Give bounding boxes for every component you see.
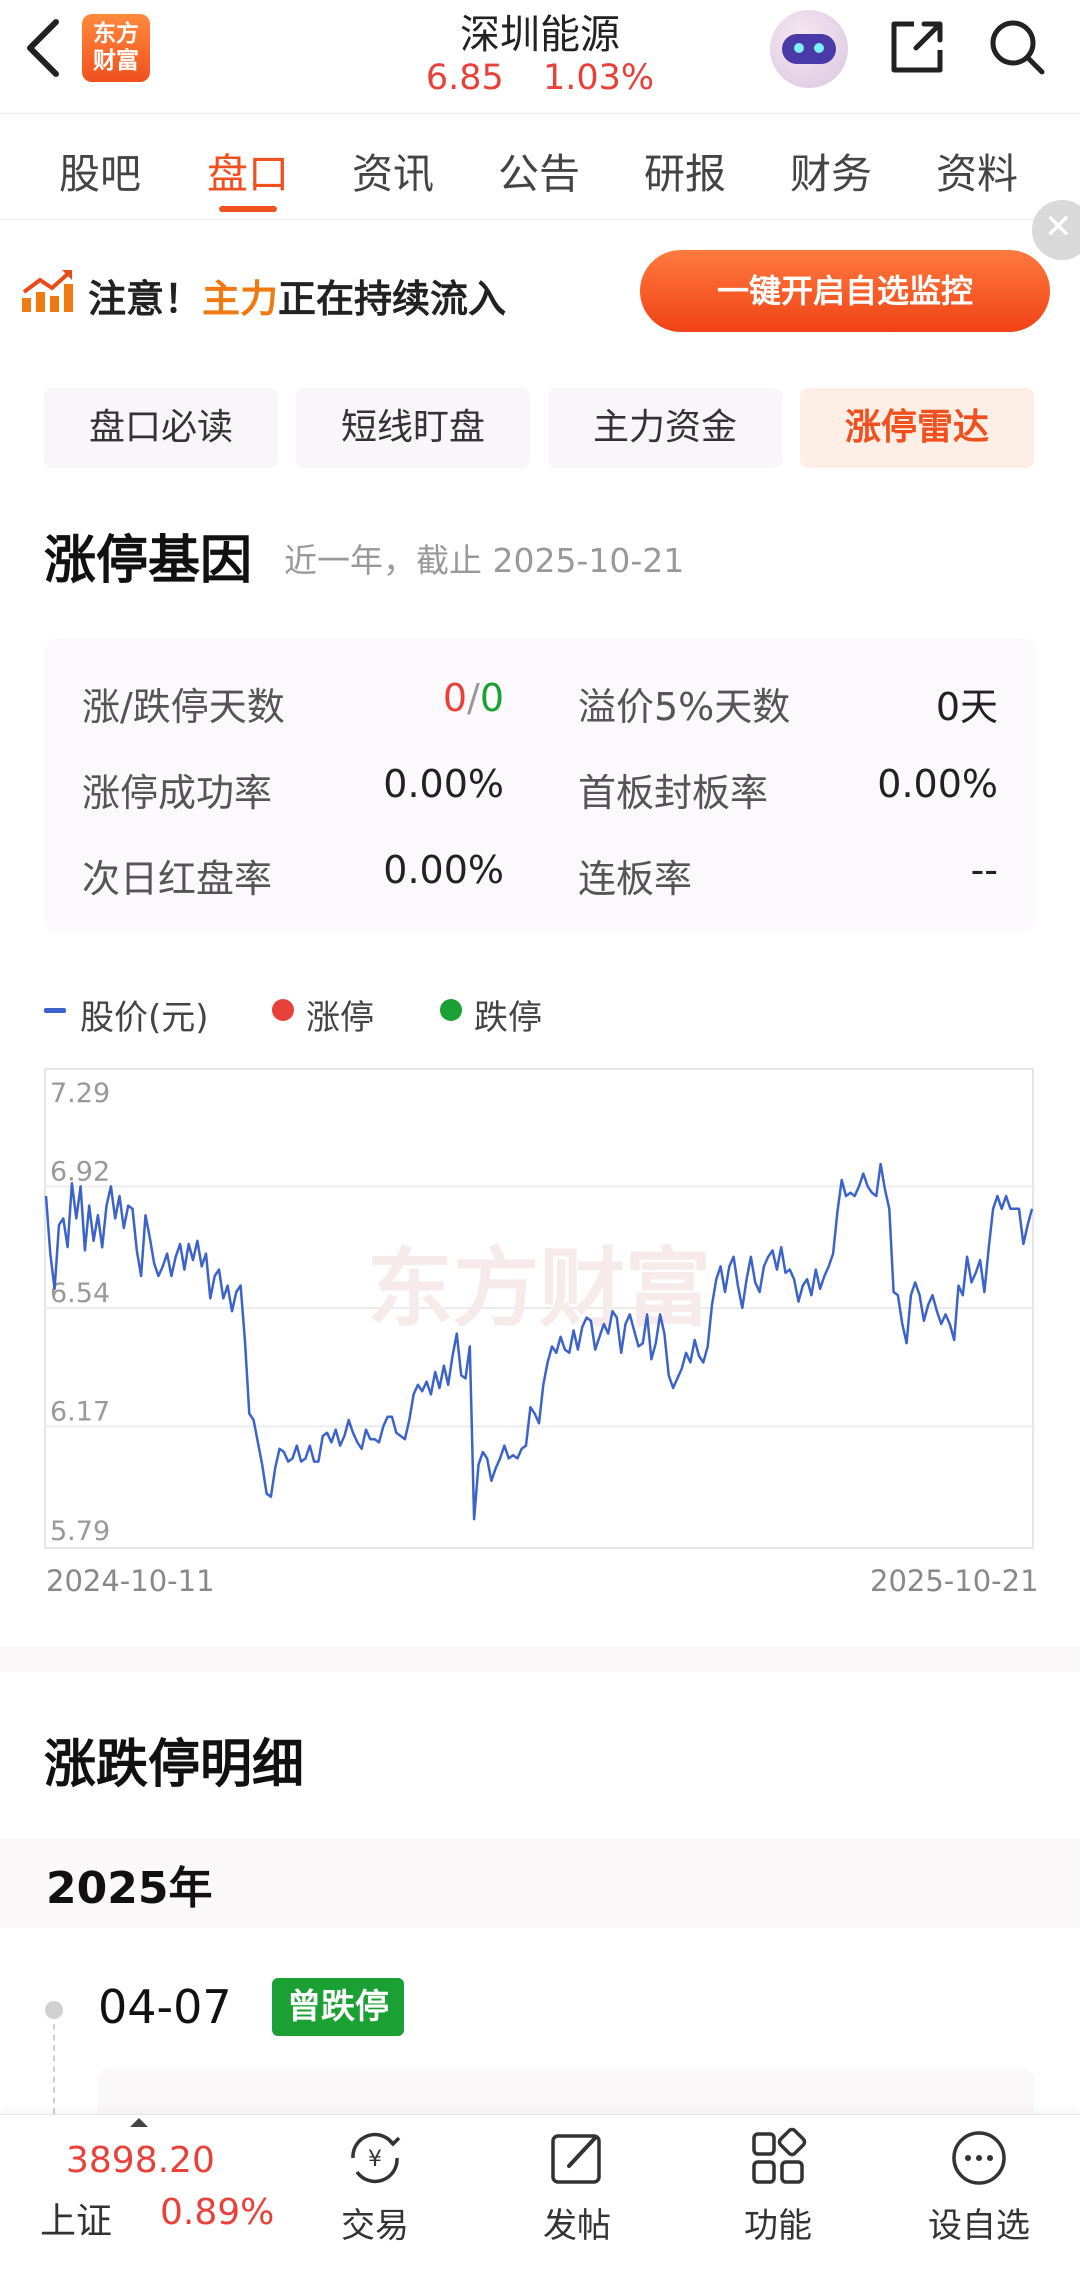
nav-functions[interactable]: 功能	[703, 2126, 853, 2276]
subtab-short-term[interactable]: 短线盯盘	[296, 388, 530, 468]
consecutive-rate-label: 连板率	[578, 857, 693, 901]
y-tick-label: 6.92	[50, 1156, 110, 1187]
tab-profile[interactable]: 资料	[917, 140, 1037, 200]
next-day-red-value: 0.00%	[383, 848, 504, 892]
banner-prefix: 注意！	[88, 277, 203, 321]
nav-post[interactable]: 发帖	[502, 2126, 652, 2276]
limit-days-value: 0/0	[442, 676, 504, 720]
x-axis-end-date: 2025-10-21	[870, 1564, 1039, 1598]
enable-monitor-button[interactable]: 一键开启自选监控	[640, 250, 1050, 332]
stock-change-pct: 1.03%	[542, 58, 655, 98]
section-title-detail: 涨跌停明细	[44, 1735, 305, 1795]
nav-add-watchlist-label: 设自选	[928, 2206, 1030, 2246]
nav-functions-label: 功能	[744, 2206, 812, 2246]
premium-days-value: 0天	[935, 685, 998, 729]
edit-icon	[551, 2134, 601, 2184]
more-circle-icon	[952, 2131, 1006, 2185]
premium-days-label: 溢价5%天数	[578, 685, 791, 729]
price-series-line	[44, 1162, 1034, 1521]
banner-highlight: 主力	[202, 277, 279, 321]
section-divider	[0, 1646, 1080, 1672]
top-header: 东方 财富 深圳能源 6.85 1.03%	[0, 0, 1080, 114]
nav-add-watchlist[interactable]: 设自选	[904, 2126, 1054, 2276]
share-icon[interactable]	[884, 14, 950, 80]
active-tab-underline	[219, 206, 277, 212]
banner-message: 注意！主力正在持续流入	[88, 268, 506, 323]
subtab-main-capital[interactable]: 主力资金	[548, 388, 782, 468]
apps-icon	[752, 2127, 807, 2184]
y-tick-label: 7.29	[50, 1078, 110, 1109]
nav-trade[interactable]: ¥ 交易	[300, 2126, 450, 2276]
tab-guba[interactable]: 股吧	[40, 140, 160, 200]
limit-stats-card: 涨/跌停天数 0/0 溢价5%天数 0天 涨停成功率 0.00% 首板封板率 0…	[44, 638, 1036, 934]
tab-announcements[interactable]: 公告	[479, 140, 599, 200]
search-icon[interactable]	[984, 14, 1050, 80]
subtab-must-read[interactable]: 盘口必读	[44, 388, 278, 468]
event-date: 04-07	[98, 1980, 232, 2034]
limit-days-label: 涨/跌停天数	[82, 685, 285, 729]
trend-up-icon	[22, 270, 73, 312]
y-tick-label: 5.79	[50, 1516, 110, 1547]
timeline-dot	[45, 2001, 63, 2019]
main-tabs: 股吧 盘口 资讯 公告 研报 财务 资料	[0, 114, 1080, 220]
stock-price: 6.85	[425, 58, 504, 98]
success-rate-value: 0.00%	[383, 762, 504, 806]
tab-finance[interactable]: 财务	[771, 140, 891, 200]
robot-assistant-icon[interactable]	[770, 10, 848, 88]
index-expand-caret-icon[interactable]	[130, 2118, 148, 2127]
timeline-line	[53, 2024, 55, 2114]
y-tick-label: 6.54	[50, 1278, 110, 1309]
year-label: 2025年	[46, 1863, 213, 1914]
yen-exchange-icon: ¥	[351, 2132, 401, 2184]
first-board-label: 首板封板率	[578, 771, 769, 815]
tab-pankou[interactable]: 盘口	[188, 140, 308, 200]
consecutive-rate-value: --	[970, 848, 998, 892]
section-title-gene: 涨停基因	[44, 531, 253, 591]
index-change-pct[interactable]: 0.89%	[160, 2192, 274, 2233]
capital-inflow-banner: 注意！主力正在持续流入 一键开启自选监控	[0, 220, 1080, 360]
subtab-limit-radar[interactable]: 涨停雷达	[800, 388, 1034, 468]
legend-price: 股价(元)	[80, 998, 209, 1038]
tab-research[interactable]: 研报	[625, 140, 745, 200]
x-axis-start-date: 2024-10-11	[46, 1564, 215, 1598]
nav-trade-label: 交易	[341, 2206, 409, 2246]
banner-suffix: 正在持续流入	[278, 277, 507, 321]
legend-up-dot	[272, 999, 294, 1021]
next-day-red-label: 次日红盘率	[82, 857, 273, 901]
tab-news[interactable]: 资讯	[333, 140, 453, 200]
first-board-value: 0.00%	[877, 762, 998, 806]
nav-post-label: 发帖	[543, 2206, 611, 2246]
success-rate-label: 涨停成功率	[82, 771, 273, 815]
event-badge: 曾跌停	[272, 1978, 404, 2036]
legend-limit-down: 跌停	[474, 998, 542, 1038]
index-value[interactable]: 3898.20	[66, 2140, 215, 2181]
section-subtitle-gene: 近一年，截止 2025-10-21	[284, 541, 685, 580]
y-tick-label: 6.17	[50, 1396, 110, 1427]
index-name[interactable]: 上证	[40, 2192, 112, 2244]
svg-text:¥: ¥	[368, 2147, 382, 2172]
price-line-chart: 7.296.926.546.175.79东方财富	[44, 1068, 1034, 1549]
legend-price-swatch	[44, 1008, 66, 1013]
legend-limit-up: 涨停	[306, 998, 374, 1038]
legend-down-dot	[440, 999, 462, 1021]
